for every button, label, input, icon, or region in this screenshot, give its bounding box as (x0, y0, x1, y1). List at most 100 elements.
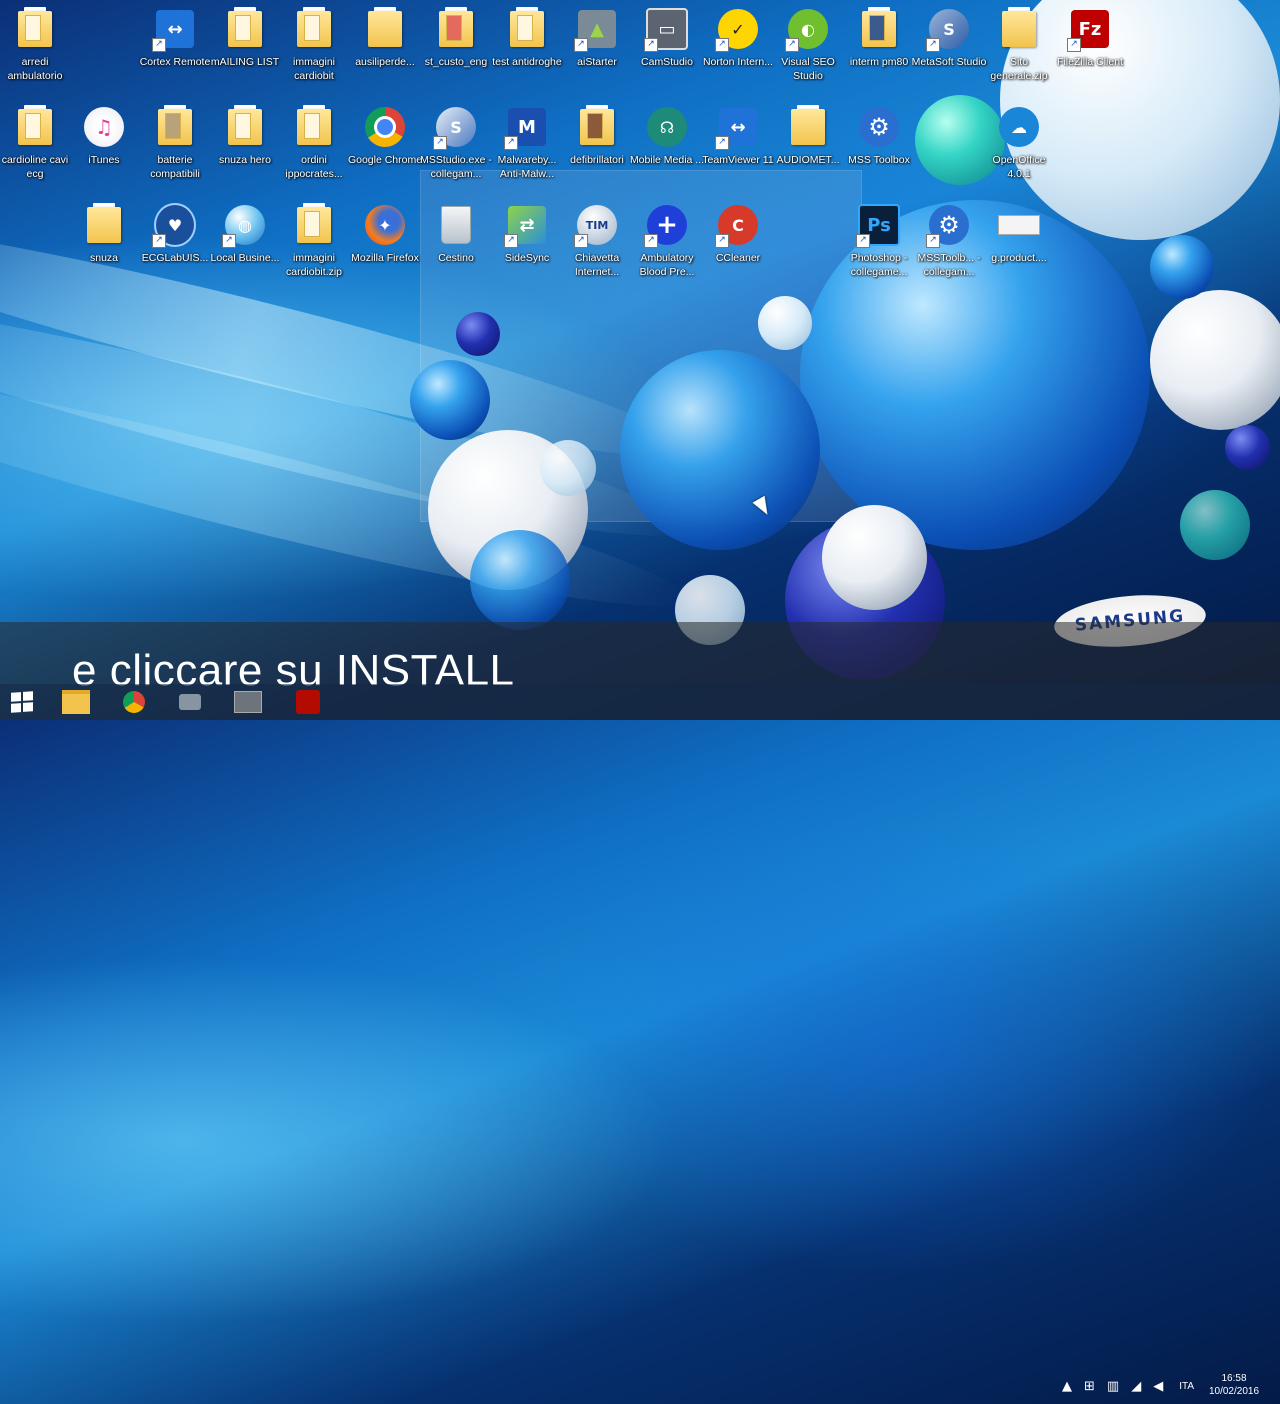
signal-icon[interactable]: ◢ (1131, 1379, 1141, 1394)
window-icon (234, 691, 262, 713)
mobile-media-icon: ☊ (646, 106, 688, 148)
recycle-bin-icon (435, 204, 477, 246)
desktop-icon[interactable]: ▭ ↗ CamStudio (632, 8, 702, 69)
taskbar-chrome[interactable] (112, 688, 156, 716)
desktop-icon[interactable]: ☊ Mobile Media ... (630, 106, 704, 167)
desktop-icon[interactable]: ordini ippocrates... (279, 105, 349, 181)
sphere (470, 530, 570, 630)
desktop-icon[interactable]: ausiliperde... (350, 7, 420, 69)
desktop-icon[interactable]: C ↗ CCleaner (703, 204, 773, 265)
desktop-icon[interactable]: ⚙ MSS Toolbox (844, 106, 914, 167)
desktop-icon[interactable]: TIM ↗ Chiavetta Internet... (562, 204, 632, 279)
keyboard-language[interactable]: ITA (1179, 1381, 1194, 1392)
desktop-icon[interactable]: ☁ OpenOffice 4.0.1 (984, 106, 1054, 181)
itunes-icon: ♫ (83, 106, 125, 148)
desktop-icon[interactable]: st_custo_eng (421, 7, 491, 69)
teamviewer-icon: ↔ ↗ (715, 106, 759, 150)
norton-icon: ✓ ↗ (715, 8, 759, 52)
desktop-icon[interactable]: batterie compatibili (140, 105, 210, 181)
desktop-icon[interactable]: M ↗ Malwareby... Anti-Malw... (492, 106, 562, 181)
start-button[interactable] (0, 688, 44, 716)
desktop-icon[interactable]: S ↗ MSStudio.exe - collegam... (420, 106, 492, 181)
taskbar-window[interactable] (226, 688, 270, 716)
zip-folder-icon (293, 203, 335, 246)
desktop-icon-label: Sito generale.zip (990, 56, 1048, 82)
desktop-icon-label: MSS Toolbox (848, 154, 910, 166)
desktop-icon[interactable]: S ↗ MetaSoft Studio (912, 8, 986, 69)
desktop-icon[interactable]: arredi ambulatorio (0, 7, 70, 83)
desktop-icon[interactable]: immagini cardiobit.zip (279, 203, 349, 279)
folder-icon (787, 105, 829, 148)
chrome-icon (123, 691, 145, 713)
sphere (1150, 235, 1214, 299)
desktop-icon[interactable]: ♫ iTunes (69, 106, 139, 167)
show-hidden-icons-icon[interactable]: ▲ (1062, 1379, 1072, 1394)
desktop-icon[interactable]: ✦ Mozilla Firefox (350, 204, 420, 265)
desktop-icon-label: Mobile Media ... (629, 154, 705, 166)
folder-icon (435, 7, 477, 50)
windows-flag-icon[interactable]: ⊞ (1084, 1379, 1095, 1394)
taskbar-camera[interactable] (168, 688, 212, 716)
network-icon[interactable]: ▥ (1107, 1379, 1119, 1394)
desktop-icon[interactable]: interm pm80 (844, 7, 914, 69)
desktop-icon[interactable]: ✓ ↗ Norton Intern... (703, 8, 773, 69)
desktop-icon[interactable]: ↔ ↗ TeamViewer 11 (702, 106, 774, 167)
desktop-icon-label: Cestino (438, 252, 474, 264)
gear-icon: ⚙ ↗ (926, 204, 970, 248)
desktop-icon[interactable]: ◍ ↗ Local Busine... (210, 204, 280, 265)
desktop-icon[interactable]: Google Chrome (348, 106, 422, 167)
desktop-icon[interactable]: snuza hero (210, 105, 280, 167)
folder-icon (154, 105, 196, 148)
folder-icon (364, 7, 406, 50)
sphere (1225, 425, 1270, 470)
desktop-icon-label: Photoshop - collegame... (850, 252, 908, 278)
desktop-icon-label: MSSToolb... - collegam... (917, 252, 981, 278)
desktop-icon-label: Chiavetta Internet... (574, 252, 620, 278)
folder-icon (293, 105, 335, 148)
volume-icon[interactable]: ◀ (1153, 1379, 1163, 1394)
desktop-icon[interactable]: cardioline cavi ecg (0, 105, 70, 181)
acrobat-icon (296, 690, 320, 714)
desktop-icon[interactable]: Ps ↗ Photoshop - collegame... (844, 204, 914, 279)
desktop-icon[interactable]: ♥ ↗ ECGLabUIS... (140, 203, 210, 265)
desktop-icon[interactable]: snuza (69, 203, 139, 265)
clock[interactable]: 16:58 10/02/2016 (1204, 1372, 1264, 1398)
desktop-icon-label: cardioline cavi ecg (1, 154, 69, 180)
desktop-icon[interactable]: + ↗ Ambulatory Blood Pre... (632, 204, 702, 279)
desktop-icon[interactable]: Cestino (421, 204, 491, 265)
desktop-icon-label: SideSync (504, 252, 550, 264)
desktop-icon[interactable]: immagini cardiobit (279, 7, 349, 83)
metasoft-icon: S ↗ (926, 8, 970, 52)
desktop-icon-label: Mozilla Firefox (351, 252, 419, 264)
desktop-icon-label: g.product.... (991, 252, 1047, 264)
sphere (1180, 490, 1250, 560)
desktop-icon-label: Malwareby... Anti-Malw... (497, 154, 557, 180)
desktop-icon-label: immagini cardiobit.zip (285, 252, 343, 278)
desktop-icon[interactable]: Sito generale.zip (984, 7, 1054, 83)
desktop-icon-label: Cortex Remote (139, 56, 211, 68)
sphere (758, 296, 812, 350)
desktop-icon-label: snuza hero (219, 154, 271, 166)
desktop-icon[interactable]: g.product.... (984, 204, 1054, 265)
desktop-icon[interactable]: ▲ ↗ aiStarter (562, 8, 632, 69)
desktop-icon[interactable]: test antidroghe (492, 7, 562, 69)
desktop-icon[interactable]: ◐ ↗ Visual SEO Studio (773, 8, 843, 83)
ccleaner-icon: C ↗ (715, 204, 759, 248)
desktop-icon[interactable]: mAILING LIST (210, 7, 280, 69)
desktop-icon-label: Ambulatory Blood Pre... (639, 252, 695, 278)
desktop-icon[interactable]: AUDIOMET... (773, 105, 843, 167)
taskbar-acrobat[interactable] (286, 688, 330, 716)
taskbar-file-explorer[interactable] (54, 688, 98, 716)
desktop-icon[interactable]: Fz ↗ FileZilla Client (1055, 8, 1125, 69)
folder-icon (224, 7, 266, 50)
desktop-icon[interactable]: defibrillatori (562, 105, 632, 167)
desktop-icon[interactable]: ⚙ ↗ MSSToolb... - collegam... (914, 204, 984, 279)
system-tray: ▲ ⊞ ▥ ◢ ◀ ITA (1056, 1368, 1200, 1404)
desktop-icon[interactable]: ↔ ↗ Cortex Remote (140, 8, 210, 69)
desktop-icon[interactable]: ⇄ ↗ SideSync (492, 204, 562, 265)
chameleon-icon: ◐ ↗ (785, 8, 829, 52)
taskbar: ▲ ⊞ ▥ ◢ ◀ ITA 16:58 10/02/2016 (0, 684, 1280, 1397)
desktop-icon-label: immagini cardiobit (292, 56, 335, 82)
desktop-icon-label: mAILING LIST (210, 56, 280, 68)
desktop-icon-label: Local Busine... (210, 252, 280, 264)
